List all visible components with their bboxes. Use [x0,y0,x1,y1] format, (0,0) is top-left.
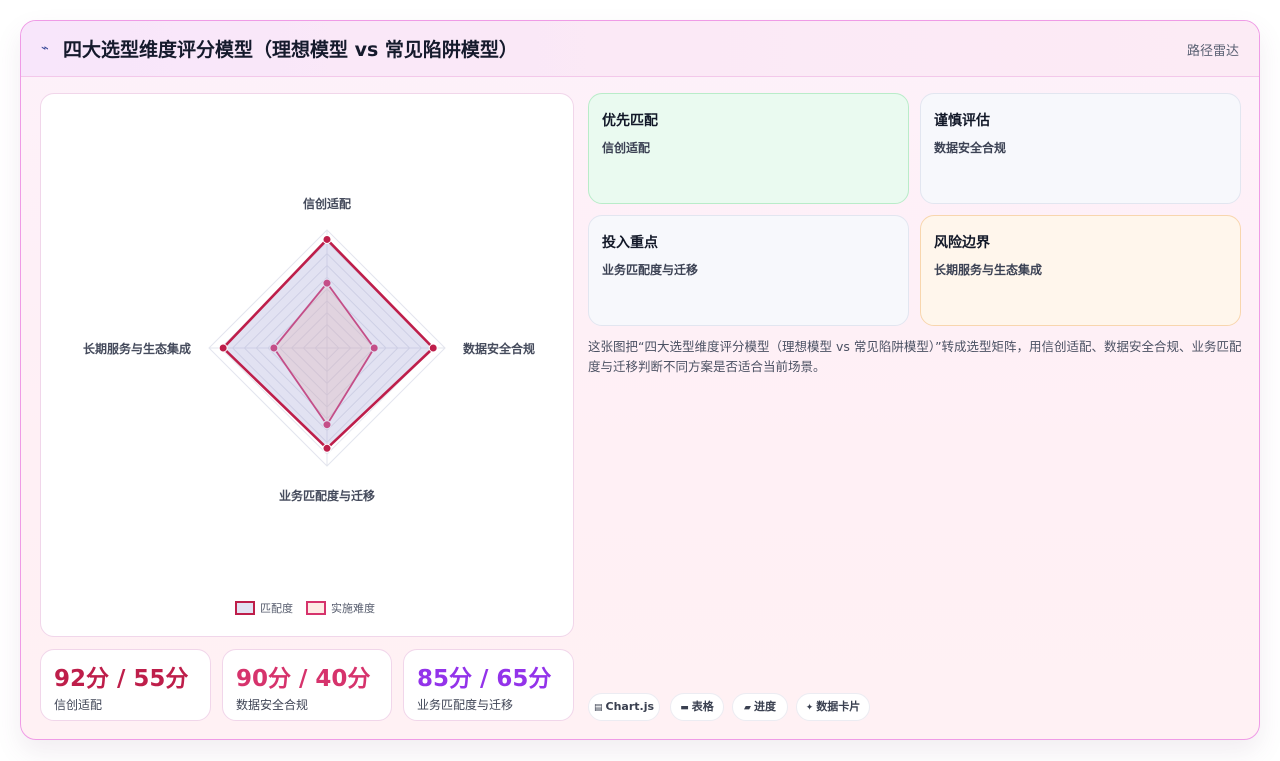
legend-label: 实施难度 [331,601,375,615]
chart-line-icon: ⌁ [41,41,49,56]
info-card-value: 长期服务与生态集成 [934,263,1043,277]
app-frame: ⌁ 四大选型维度评分模型（理想模型 vs 常见陷阱模型） 路径雷达 信创适配数据… [20,20,1260,740]
stat-value: 92分 / 55分 [54,666,189,692]
stat-label: 数据安全合规 [236,698,309,712]
info-card-focus: 投入重点 业务匹配度与迁移 [588,215,909,326]
info-card-priority: 优先匹配 信创适配 [588,93,909,204]
tag-label: Chart.js [605,700,655,713]
info-card-title: 风险边界 [934,235,990,251]
stat-value: 90分 / 40分 [236,666,371,692]
tag-progress[interactable]: ▰ 进度 [732,693,788,721]
info-card-title: 优先匹配 [602,113,658,129]
radar-data-point [428,343,438,353]
radar-series-area [221,238,435,450]
radar-axis-label: 数据安全合规 [463,341,535,356]
radar-data-point [322,443,332,453]
stat-label: 信创适配 [54,698,103,712]
progress-icon: ▰ [744,703,751,713]
info-card-title: 投入重点 [602,235,658,251]
info-card-value: 信创适配 [602,141,651,155]
stat-card-3: 85分 / 65分 业务匹配度与迁移 [403,649,574,721]
info-card-risk: 风险边界 长期服务与生态集成 [920,215,1241,326]
tag-table[interactable]: ▬ 表格 [670,693,724,721]
tag-chartjs[interactable]: ▤ Chart.js [588,693,660,721]
radar-data-point [218,343,228,353]
tag-label: 表格 [691,700,714,713]
card-icon: ✦ [805,703,814,713]
info-card-value: 业务匹配度与迁移 [602,263,699,277]
radar-data-point [322,234,332,244]
stat-label: 业务匹配度与迁移 [417,698,514,712]
view-label: 路径雷达 [1186,44,1239,59]
table-icon: ▬ [680,703,689,713]
stat-value: 85分 / 65分 [417,666,552,692]
legend-swatch [306,601,326,615]
chart-description: 这张图把“四大选型维度评分模型（理想模型 vs 常见陷阱模型）”转成选型矩阵，用… [588,339,1242,374]
legend-label: 匹配度 [260,601,293,615]
radar-chart: 信创适配数据安全合规业务匹配度与迁移 长期服务与生态集成匹配度 实施难度 [83,196,535,615]
info-card-title: 谨慎评估 [934,113,990,129]
legend-swatch [235,601,255,615]
info-card-value: 数据安全合规 [934,141,1007,155]
header: ⌁ 四大选型维度评分模型（理想模型 vs 常见陷阱模型） 路径雷达 [21,21,1259,77]
radar-chart-card: 信创适配数据安全合规业务匹配度与迁移 长期服务与生态集成匹配度 实施难度 [40,93,574,637]
tag-label: 数据卡片 [816,700,861,713]
tag-data-card[interactable]: ✦ 数据卡片 [796,693,870,721]
stat-card-1: 92分 / 55分 信创适配 [40,649,211,721]
stat-card-2: 90分 / 40分 数据安全合规 [222,649,392,721]
radar-axis-label: 长期服务与生态集成 [83,341,191,356]
page-title: 四大选型维度评分模型（理想模型 vs 常见陷阱模型） [63,39,518,61]
info-card-caution: 谨慎评估 数据安全合规 [920,93,1241,204]
tag-label: 进度 [753,700,776,713]
radar-axis-label: 业务匹配度与迁移 [279,488,375,503]
radar-axis-label: 信创适配 [303,196,351,211]
chart-icon: ▤ [593,703,603,713]
